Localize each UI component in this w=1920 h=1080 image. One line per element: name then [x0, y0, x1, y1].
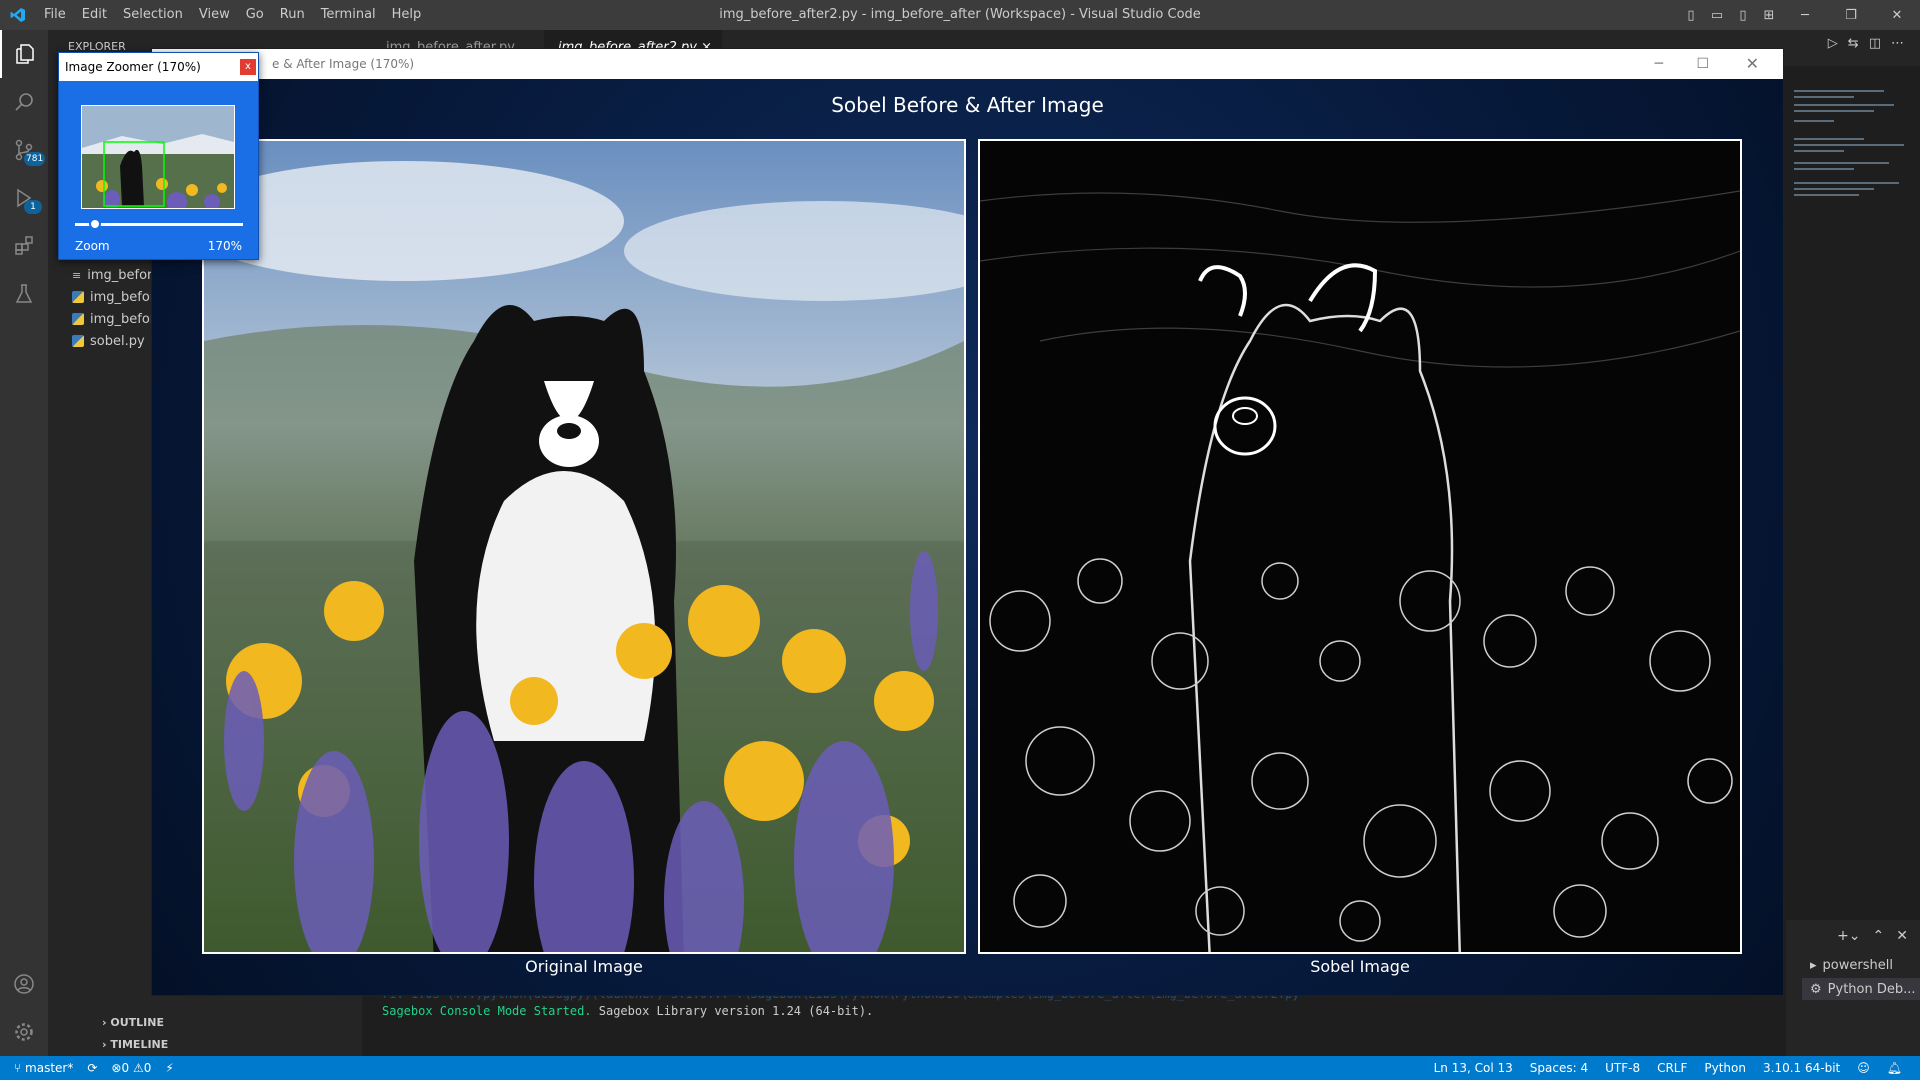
encoding[interactable]: UTF-8 — [1605, 1061, 1640, 1075]
explorer-icon[interactable] — [0, 30, 48, 78]
error-icon: ⊗ — [111, 1061, 122, 1075]
problems-indicator[interactable]: ⊗0 ⚠0 — [111, 1061, 151, 1075]
vscode-logo-icon — [0, 0, 36, 30]
zoom-value: 170% — [207, 239, 242, 253]
customize-layout-icon[interactable]: ⊞ — [1756, 8, 1782, 23]
menu-run[interactable]: Run — [272, 0, 313, 30]
file-item[interactable]: img_before — [72, 286, 163, 308]
status-bar: ⑂ master* ⟳ ⊗0 ⚠0 ⚡ Ln 13, Col 13 Spaces… — [0, 1056, 1920, 1080]
sagebox-close-button[interactable]: ✕ — [1746, 49, 1759, 79]
terminal-sessions: +⌄ ⌃ ✕ ▸ powershell ⚙ Python Deb... — [1786, 920, 1920, 1056]
chevron-right-icon: › — [102, 1016, 107, 1029]
file-item[interactable]: sobel.py — [72, 330, 145, 352]
sagebox-title-bar: e & After Image (170%) ─ ☐ ✕ — [152, 49, 1783, 79]
python-file-icon — [72, 313, 84, 325]
original-image — [202, 139, 966, 954]
editor-actions: ▷ ⇆ ◫ ⋯ — [1828, 36, 1904, 51]
sagebox-window: e & After Image (170%) ─ ☐ ✕ Sobel Befor… — [151, 48, 1784, 996]
menu-bar: File Edit Selection View Go Run Terminal… — [36, 0, 429, 30]
menu-help[interactable]: Help — [384, 0, 430, 30]
activity-bar: 781 1 — [0, 30, 48, 1056]
indentation[interactable]: Spaces: 4 — [1530, 1061, 1588, 1075]
menu-terminal[interactable]: Terminal — [313, 0, 384, 30]
sagebox-maximize-button[interactable]: ☐ — [1696, 49, 1709, 79]
more-actions-icon[interactable]: ⋯ — [1891, 36, 1904, 51]
menu-go[interactable]: Go — [238, 0, 272, 30]
file-item[interactable]: img_before — [72, 308, 163, 330]
chevron-right-icon: › — [102, 1038, 107, 1051]
terminal-icon: ▸ — [1810, 958, 1817, 973]
sagebox-minimize-button[interactable]: ─ — [1655, 49, 1663, 79]
sobel-image — [978, 139, 1742, 954]
debug-badge: 1 — [24, 200, 42, 214]
close-button[interactable]: ✕ — [1874, 0, 1920, 30]
zoomer-title: Image Zoomer (170%) — [59, 53, 258, 81]
timeline-section[interactable]: › TIMELINE — [102, 1038, 168, 1051]
menu-edit[interactable]: Edit — [74, 0, 115, 30]
python-file-icon — [72, 335, 84, 347]
zoom-slider-handle[interactable] — [89, 218, 101, 230]
close-panel-icon[interactable]: ✕ — [1896, 928, 1908, 944]
chevron-up-icon[interactable]: ⌃ — [1873, 928, 1885, 944]
extensions-icon[interactable] — [0, 222, 48, 270]
file-item[interactable]: ≡ img_before — [72, 264, 160, 286]
toggle-sidebar-icon[interactable]: ▯ — [1678, 8, 1704, 23]
original-image-caption: Original Image — [525, 957, 643, 976]
menu-selection[interactable]: Selection — [115, 0, 191, 30]
language-mode[interactable]: Python — [1704, 1061, 1746, 1075]
zoomer-thumbnail[interactable] — [81, 105, 235, 209]
zoomer-close-button[interactable]: x — [240, 59, 256, 75]
title-bar: File Edit Selection View Go Run Terminal… — [0, 0, 1920, 30]
search-icon[interactable] — [0, 78, 48, 126]
toggle-panel-icon[interactable]: ▭ — [1704, 8, 1730, 23]
sagebox-heading: Sobel Before & After Image — [831, 93, 1104, 117]
python-interpreter[interactable]: 3.10.1 64-bit — [1763, 1061, 1840, 1075]
debug-attach-icon[interactable]: ⚡ — [165, 1061, 173, 1075]
compare-icon[interactable]: ⇆ — [1848, 36, 1859, 51]
cursor-position[interactable]: Ln 13, Col 13 — [1434, 1061, 1513, 1075]
toggle-secondary-sidebar-icon[interactable]: ▯ — [1730, 8, 1756, 23]
testing-icon[interactable] — [0, 270, 48, 318]
restore-button[interactable]: ❐ — [1828, 0, 1874, 30]
notifications-bell-icon[interactable]: 🔔︎ — [1887, 1061, 1902, 1075]
new-terminal-icon[interactable]: +⌄ — [1837, 928, 1860, 944]
branch-indicator[interactable]: ⑂ master* — [14, 1061, 73, 1075]
outline-section[interactable]: › OUTLINE — [102, 1016, 164, 1029]
run-debug-icon[interactable]: 1 — [0, 174, 48, 222]
scm-badge: 781 — [24, 152, 46, 166]
warning-icon: ⚠ — [132, 1061, 144, 1075]
sagebox-canvas: Sobel Before & After Image Original Imag… — [152, 79, 1783, 995]
menu-file[interactable]: File — [36, 0, 74, 30]
image-zoomer-window: Image Zoomer (170%) x Zoom 170% — [58, 52, 259, 260]
terminal-session-python-debug[interactable]: ⚙ Python Deb... — [1802, 978, 1920, 1000]
zoom-label: Zoom — [75, 239, 110, 253]
terminal-line: Sagebox Console Mode Started. Sagebox Li… — [382, 1004, 874, 1018]
run-file-icon[interactable]: ▷ — [1828, 36, 1838, 51]
gear-icon: ⚙ — [1810, 981, 1822, 997]
source-control-icon[interactable]: 781 — [0, 126, 48, 174]
account-icon[interactable] — [0, 960, 48, 1008]
split-editor-icon[interactable]: ◫ — [1869, 36, 1881, 51]
sync-icon[interactable]: ⟳ — [87, 1061, 97, 1075]
terminal-session-powershell[interactable]: ▸ powershell — [1810, 958, 1893, 973]
menu-view[interactable]: View — [191, 0, 238, 30]
line-ending[interactable]: CRLF — [1657, 1061, 1687, 1075]
minimap[interactable] — [1786, 86, 1906, 926]
settings-gear-icon[interactable] — [0, 1008, 48, 1056]
feedback-icon[interactable]: ☺ — [1857, 1061, 1870, 1075]
sagebox-window-title: e & After Image (170%) — [272, 57, 415, 71]
python-file-icon — [72, 291, 84, 303]
git-branch-icon: ⑂ — [14, 1061, 22, 1075]
minimize-button[interactable]: ─ — [1782, 0, 1828, 30]
sobel-image-caption: Sobel Image — [1310, 957, 1410, 976]
text-file-icon: ≡ — [72, 268, 82, 282]
